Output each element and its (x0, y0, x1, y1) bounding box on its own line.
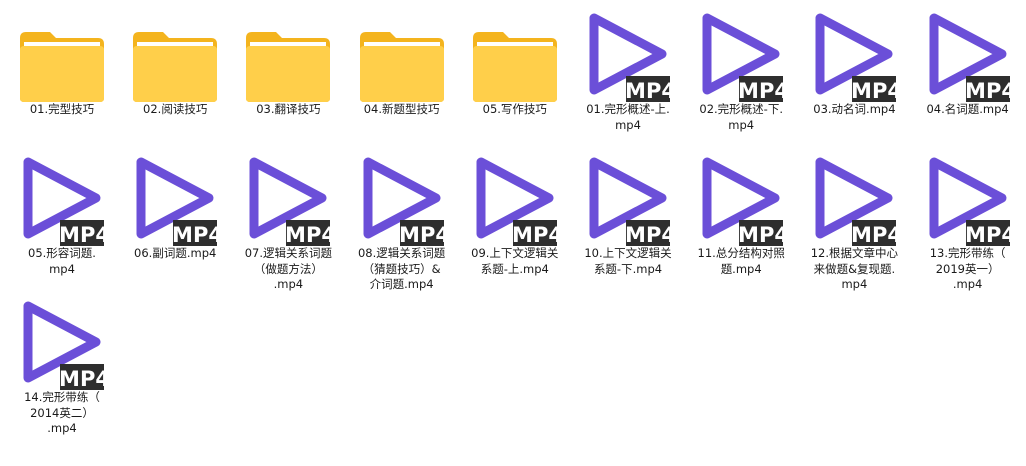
file-name-label: 04.新题型技巧 (363, 102, 440, 116)
file-name-label: 10.上下文逻辑关 系题-下.mp4 (584, 246, 672, 276)
video-file-icon: MP4 (699, 10, 784, 102)
svg-text:MP4: MP4 (851, 223, 896, 246)
video-file-item[interactable]: MP4 08.逻辑关系词题 （猜题技巧）& 介词题.mp4 (348, 154, 456, 294)
video-file-item[interactable]: MP4 13.完形带练（ 2019英一） .mp4 (914, 154, 1022, 294)
folder-icon (472, 22, 557, 114)
svg-text:MP4: MP4 (59, 223, 104, 246)
video-file-item[interactable]: MP4 06.副词题.mp4 (121, 154, 229, 294)
svg-text:MP4: MP4 (965, 79, 1010, 102)
folder-item[interactable]: 03.翻译技巧 (234, 10, 342, 150)
video-file-item[interactable]: MP4 05.形容词题. mp4 (8, 154, 116, 294)
folder-item[interactable]: 02.阅读技巧 (121, 10, 229, 150)
video-file-item[interactable]: MP4 12.根据文章中心 来做题&复现题. mp4 (800, 154, 908, 294)
video-file-icon: MP4 (926, 10, 1010, 102)
file-name-label: 01.完型技巧 (29, 102, 95, 116)
video-file-icon: MP4 (133, 154, 218, 246)
file-name-label: 11.总分结构对照 题.mp4 (697, 246, 785, 276)
folder-icon (20, 22, 104, 114)
file-name-label: 14.完形带练（ 2014英二） .mp4 (24, 390, 100, 435)
video-file-icon: MP4 (246, 154, 331, 246)
folder-item[interactable]: 05.写作技巧 (461, 10, 569, 150)
video-file-icon: MP4 (20, 298, 104, 390)
file-name-label: 13.完形带练（ 2019英一） .mp4 (929, 246, 1006, 291)
file-name-label: 05.写作技巧 (482, 102, 547, 116)
file-name-label: 03.翻译技巧 (256, 102, 321, 116)
file-name-label: 03.动名词.mp4 (813, 102, 896, 116)
video-file-item[interactable]: MP4 07.逻辑关系词题 （做题方法） .mp4 (234, 154, 342, 294)
video-file-item[interactable]: MP4 10.上下文逻辑关 系题-下.mp4 (574, 154, 682, 294)
video-file-icon: MP4 (699, 154, 784, 246)
video-file-item[interactable]: MP4 09.上下文逻辑关 系题-上.mp4 (461, 154, 569, 294)
folder-item[interactable]: 04.新题型技巧 (348, 10, 456, 150)
video-file-icon: MP4 (586, 154, 670, 246)
file-name-label: 05.形容词题. mp4 (28, 246, 96, 276)
svg-text:MP4: MP4 (285, 223, 330, 246)
file-name-label: 01.完形概述-上. mp4 (586, 102, 670, 132)
file-name-label: 02.完形概述-下. mp4 (699, 102, 783, 132)
video-file-item[interactable]: MP4 02.完形概述-下. mp4 (687, 10, 795, 150)
video-file-item[interactable]: MP4 03.动名词.mp4 (800, 10, 908, 150)
svg-text:MP4: MP4 (172, 223, 217, 246)
svg-text:MP4: MP4 (512, 223, 557, 246)
file-grid: 01.完型技巧 02.阅读技巧 03.翻译技巧 04.新题型技巧 05.写作技巧 MP4 0… (0, 0, 1026, 466)
file-name-label: 12.根据文章中心 来做题&复现题. mp4 (810, 246, 899, 291)
file-name-label: 07.逻辑关系词题 （做题方法） .mp4 (244, 246, 333, 291)
video-file-icon: MP4 (20, 154, 104, 246)
svg-text:MP4: MP4 (625, 223, 670, 246)
svg-text:MP4: MP4 (965, 223, 1010, 246)
file-name-label: 02.阅读技巧 (143, 102, 208, 116)
video-file-icon: MP4 (926, 154, 1010, 246)
video-file-icon: MP4 (360, 154, 444, 246)
folder-icon (359, 22, 444, 114)
video-file-item[interactable]: MP4 01.完形概述-上. mp4 (574, 10, 682, 150)
video-file-item[interactable]: MP4 14.完形带练（ 2014英二） .mp4 (8, 298, 116, 438)
folder-icon (246, 22, 331, 114)
video-file-icon: MP4 (812, 154, 897, 246)
file-name-label: 08.逻辑关系词题 （猜题技巧）& 介词题.mp4 (357, 246, 446, 291)
svg-text:MP4: MP4 (399, 223, 444, 246)
svg-text:MP4: MP4 (738, 79, 783, 102)
folder-icon (133, 22, 218, 114)
folder-item[interactable]: 01.完型技巧 (8, 10, 116, 150)
video-file-icon: MP4 (586, 10, 670, 102)
video-file-item[interactable]: MP4 04.名词题.mp4 (914, 10, 1022, 150)
file-name-label: 04.名词题.mp4 (926, 102, 1009, 116)
video-file-icon: MP4 (473, 154, 557, 246)
svg-text:MP4: MP4 (59, 367, 104, 390)
file-name-label: 09.上下文逻辑关 系题-上.mp4 (471, 246, 559, 276)
video-file-item[interactable]: MP4 11.总分结构对照 题.mp4 (687, 154, 795, 294)
svg-text:MP4: MP4 (625, 79, 670, 102)
video-file-icon: MP4 (812, 10, 897, 102)
svg-text:MP4: MP4 (851, 79, 896, 102)
file-name-label: 06.副词题.mp4 (134, 246, 217, 260)
svg-text:MP4: MP4 (738, 223, 783, 246)
